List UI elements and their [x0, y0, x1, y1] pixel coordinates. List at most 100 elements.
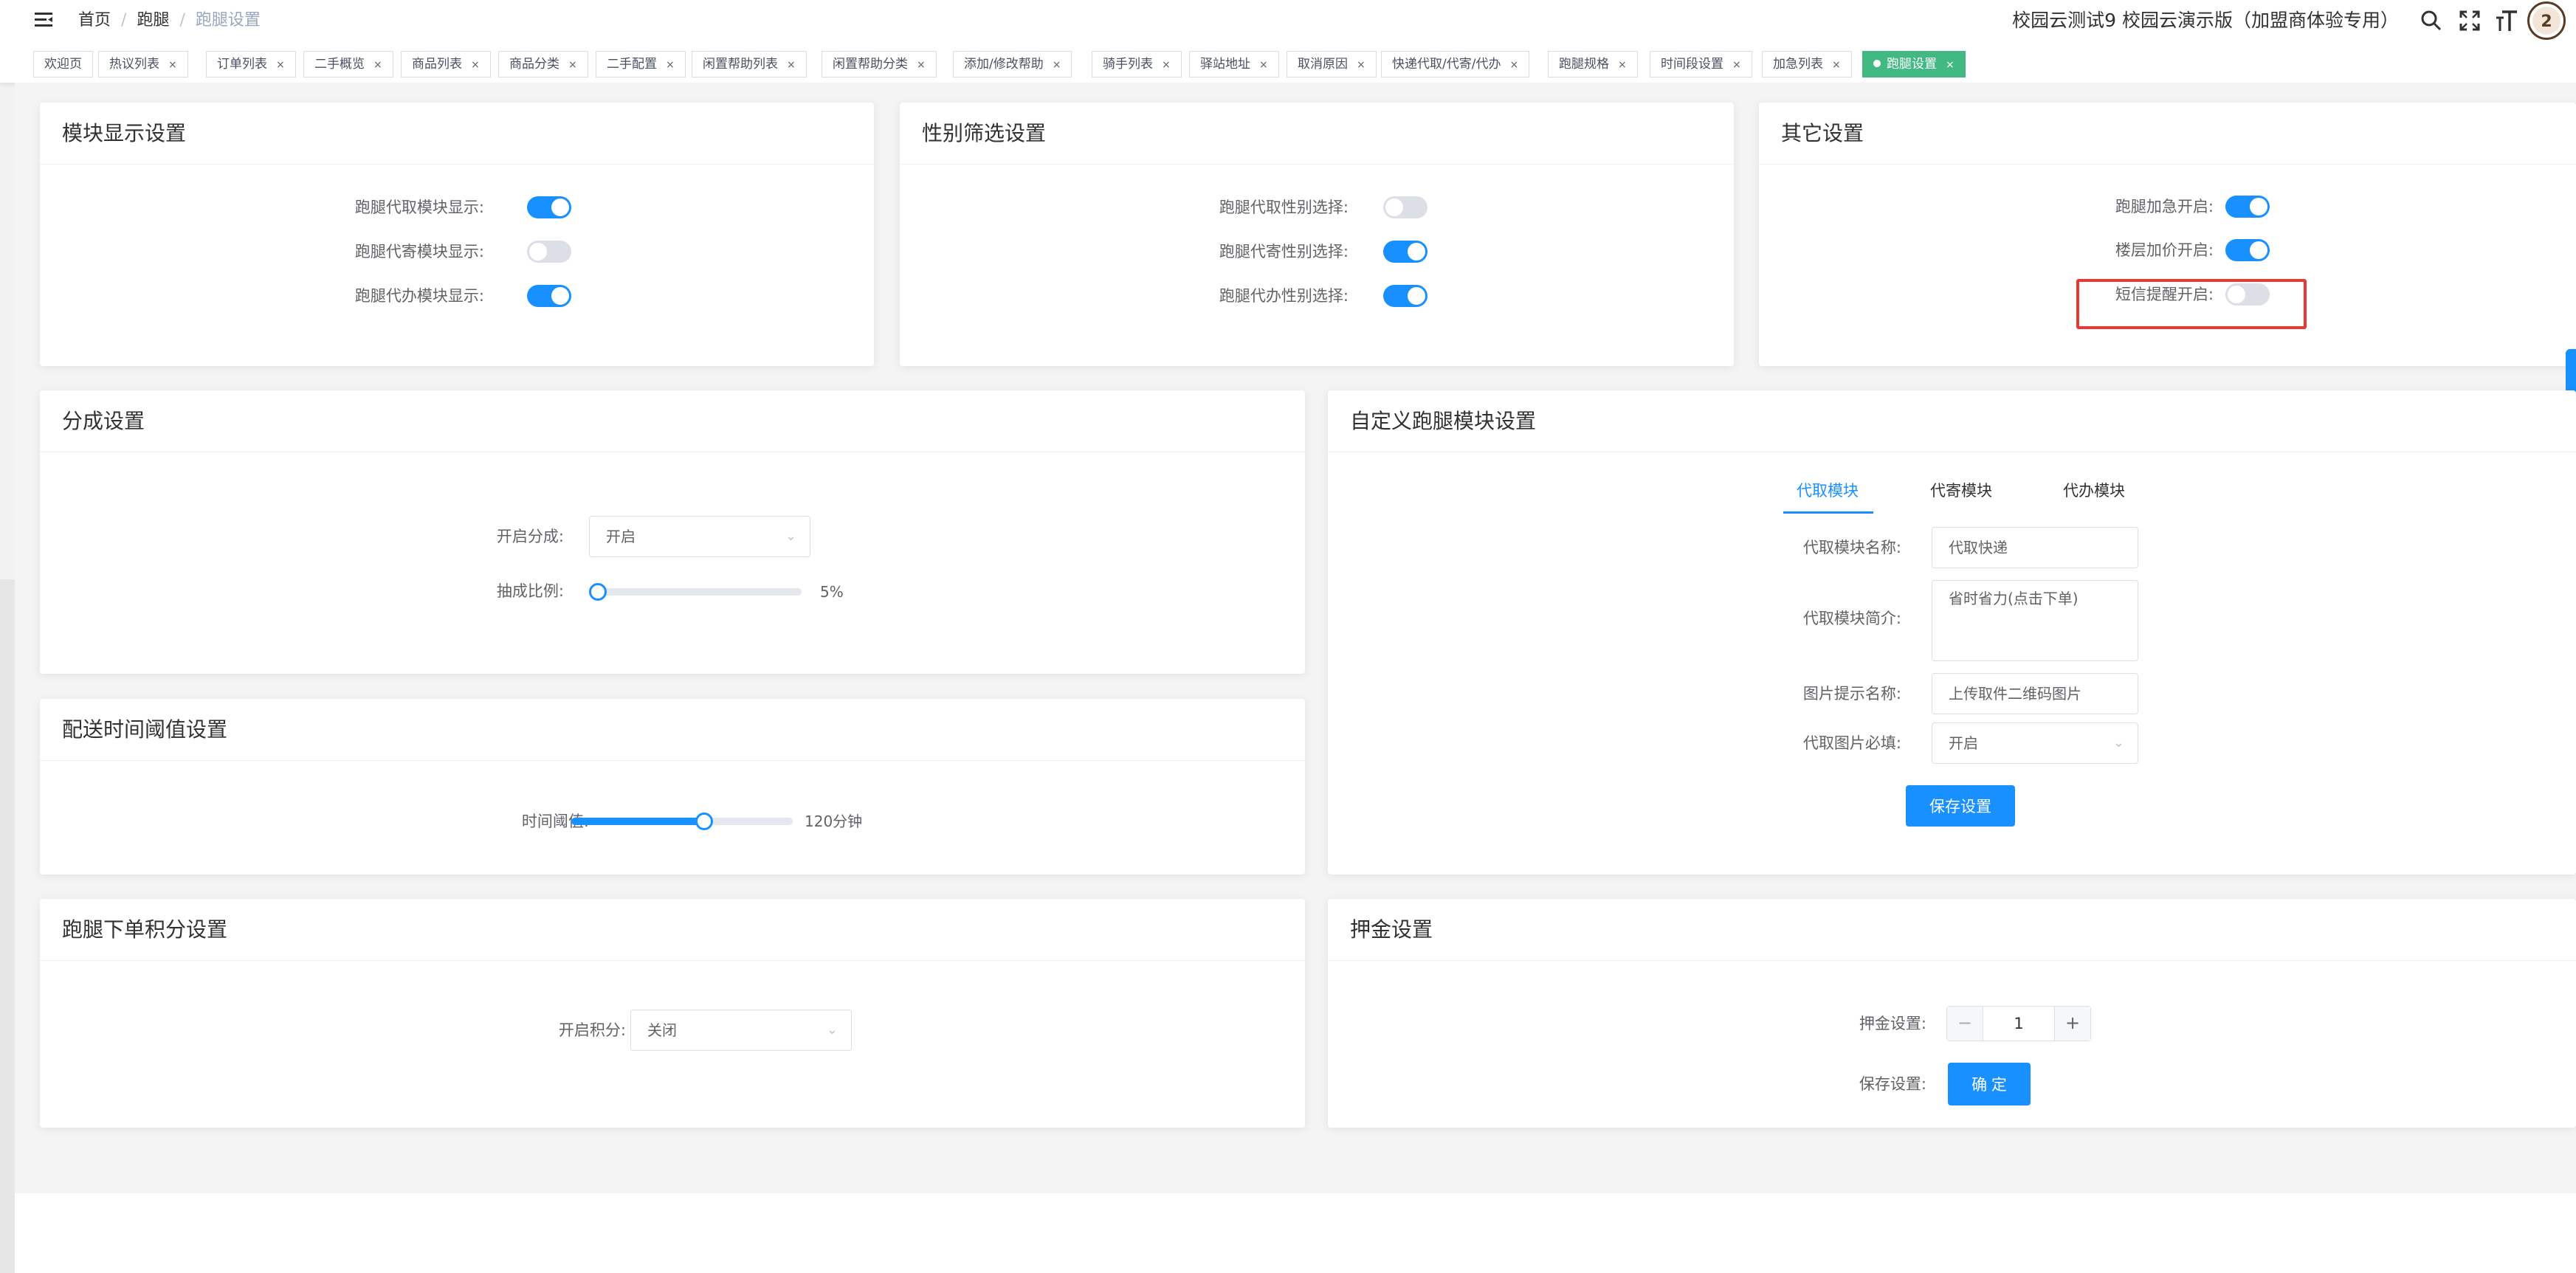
decrease-button[interactable]: −: [1947, 1007, 1983, 1041]
card-title: 其它设置: [1759, 103, 2576, 165]
chevron-down-icon: ⌄: [785, 528, 796, 544]
pickup-module-display-label: 跑腿代取模块显示:: [354, 199, 484, 216]
floor-surcharge-switch[interactable]: [2225, 239, 2270, 261]
tag-2[interactable]: 订单列表 ×: [206, 51, 296, 77]
tag-label: 热议列表: [109, 57, 159, 72]
close-icon[interactable]: ×: [787, 52, 796, 77]
slider-handle[interactable]: [589, 583, 607, 601]
tag-7[interactable]: 闲置帮助列表 ×: [692, 51, 807, 77]
highlight-annotation: [2076, 279, 2307, 329]
pickup-module-display-switch[interactable]: [527, 196, 571, 218]
send-module-display-switch[interactable]: [527, 241, 571, 263]
close-icon[interactable]: ×: [1162, 52, 1171, 77]
tag-15[interactable]: 时间段设置 ×: [1650, 51, 1752, 77]
hamburger-menu-icon[interactable]: [32, 9, 55, 31]
fullscreen-icon[interactable]: [2455, 6, 2484, 35]
tag-11[interactable]: 驿站地址 ×: [1189, 51, 1279, 77]
close-icon[interactable]: ×: [1259, 52, 1268, 77]
search-icon[interactable]: [2417, 6, 2446, 35]
tags-view: 欢迎页 热议列表 × 订单列表 × 二手概览 × 商品列表 × 商品分类 × 二手配置 × 闲置帮助列表 ×…: [0, 47, 2576, 84]
card-title: 押金设置: [1328, 899, 2576, 961]
module-intro-textarea[interactable]: 省时省力(点击下单): [1932, 580, 2138, 661]
close-icon[interactable]: ×: [1053, 52, 1061, 77]
commission-card: 分成设置 开启分成: 开启 ⌄ 抽成比例: 5%: [40, 390, 1305, 674]
module-display-card: 模块显示设置 跑腿代取模块显示: 跑腿代寄模块显示: 跑腿代办模块显示:: [40, 103, 874, 366]
tab-send-module[interactable]: 代寄模块: [1930, 476, 1992, 506]
tag-label: 骑手列表: [1103, 57, 1153, 72]
deposit-save-label: 保存设置:: [1859, 1075, 1926, 1093]
tag-16[interactable]: 加急列表 ×: [1762, 51, 1852, 77]
close-icon[interactable]: ×: [568, 52, 577, 77]
main-content: 模块显示设置 跑腿代取模块显示: 跑腿代寄模块显示: 跑腿代办模块显示: 性别筛…: [15, 83, 2576, 1193]
tag-5[interactable]: 商品分类 ×: [498, 51, 588, 77]
close-icon[interactable]: ×: [471, 52, 480, 77]
confirm-button[interactable]: 确 定: [1948, 1063, 2031, 1105]
close-icon[interactable]: ×: [666, 52, 675, 77]
errand-gender-label: 跑腿代办性别选择:: [1219, 287, 1349, 305]
chevron-down-icon: ⌄: [826, 1022, 838, 1038]
tag-label: 取消原因: [1298, 57, 1348, 72]
tag-label: 快递代取/代寄/代办: [1392, 57, 1501, 72]
deposit-value[interactable]: 1: [1983, 1007, 2055, 1041]
close-icon[interactable]: ×: [1509, 52, 1518, 77]
close-icon[interactable]: ×: [1946, 52, 1955, 77]
errand-module-display-switch[interactable]: [527, 285, 571, 307]
tag-label: 商品分类: [509, 57, 559, 72]
tag-6[interactable]: 二手配置 ×: [596, 51, 686, 77]
breadcrumb-current: 跑腿设置: [195, 11, 261, 30]
close-icon[interactable]: ×: [373, 52, 382, 77]
avatar[interactable]: 2: [2527, 1, 2566, 40]
tag-9[interactable]: 添加/修改帮助 ×: [953, 51, 1072, 77]
time-threshold-slider[interactable]: [571, 813, 793, 830]
tab-errand-module[interactable]: 代办模块: [2063, 476, 2125, 506]
deposit-stepper[interactable]: − 1 +: [1946, 1006, 2091, 1041]
deposit-label: 押金设置:: [1859, 1015, 1926, 1032]
tag-10[interactable]: 骑手列表 ×: [1092, 51, 1182, 77]
tag-1[interactable]: 热议列表 ×: [98, 51, 188, 77]
tag-12[interactable]: 取消原因 ×: [1287, 51, 1377, 77]
slider-handle[interactable]: [695, 813, 713, 830]
card-title: 分成设置: [40, 390, 1305, 452]
breadcrumb-paotui[interactable]: 跑腿: [137, 11, 169, 30]
points-enable-select[interactable]: 关闭 ⌄: [630, 1010, 852, 1051]
module-name-input[interactable]: 代取快递: [1932, 527, 2138, 568]
close-icon[interactable]: ×: [1832, 52, 1841, 77]
tag-14[interactable]: 跑腿规格 ×: [1548, 51, 1638, 77]
close-icon[interactable]: ×: [168, 52, 177, 77]
tab-pickup-module[interactable]: 代取模块: [1797, 476, 1859, 506]
school-name: 校园云测试9 校园云演示版（加盟商体验专用）: [2012, 10, 2399, 31]
tag-label: 商品列表: [412, 57, 462, 72]
tag-0[interactable]: 欢迎页: [33, 51, 93, 77]
breadcrumb: 首页 / 跑腿 / 跑腿设置: [78, 7, 261, 34]
image-hint-input[interactable]: 上传取件二维码图片: [1932, 673, 2138, 714]
send-gender-switch[interactable]: [1383, 241, 1428, 263]
commission-ratio-value: 5%: [820, 583, 844, 601]
font-size-icon[interactable]: [2492, 6, 2521, 35]
pickup-gender-switch[interactable]: [1383, 196, 1428, 218]
tag-label: 添加/修改帮助: [964, 57, 1044, 72]
errand-gender-switch[interactable]: [1383, 285, 1428, 307]
close-icon[interactable]: ×: [917, 52, 926, 77]
tag-label: 跑腿规格: [1559, 57, 1609, 72]
image-hint-label: 图片提示名称:: [1802, 685, 1901, 703]
tag-3[interactable]: 二手概览 ×: [303, 51, 393, 77]
commission-ratio-slider[interactable]: [589, 583, 802, 601]
tag-label: 跑腿设置: [1887, 57, 1937, 72]
urgent-enable-switch[interactable]: [2225, 196, 2270, 218]
close-icon[interactable]: ×: [1732, 52, 1741, 77]
tag-4[interactable]: 商品列表 ×: [401, 51, 491, 77]
save-module-button[interactable]: 保存设置: [1906, 785, 2015, 827]
image-required-select[interactable]: 开启 ⌄: [1932, 722, 2138, 764]
close-icon[interactable]: ×: [276, 52, 285, 77]
commission-enable-select[interactable]: 开启 ⌄: [589, 516, 810, 557]
tag-label: 闲置帮助分类: [833, 57, 908, 72]
close-icon[interactable]: ×: [1357, 52, 1366, 77]
breadcrumb-home[interactable]: 首页: [78, 11, 111, 30]
close-icon[interactable]: ×: [1618, 52, 1627, 77]
increase-button[interactable]: +: [2054, 1007, 2090, 1041]
tag-8[interactable]: 闲置帮助分类 ×: [822, 51, 937, 77]
tag-13[interactable]: 快递代取/代寄/代办 ×: [1381, 51, 1530, 77]
navbar: 首页 / 跑腿 / 跑腿设置 校园云测试9 校园云演示版（加盟商体验专用） 2: [0, 0, 2576, 41]
tag-17[interactable]: 跑腿设置 ×: [1862, 51, 1966, 77]
gender-filter-card: 性别筛选设置 跑腿代取性别选择: 跑腿代寄性别选择: 跑腿代办性别选择:: [900, 103, 1734, 366]
